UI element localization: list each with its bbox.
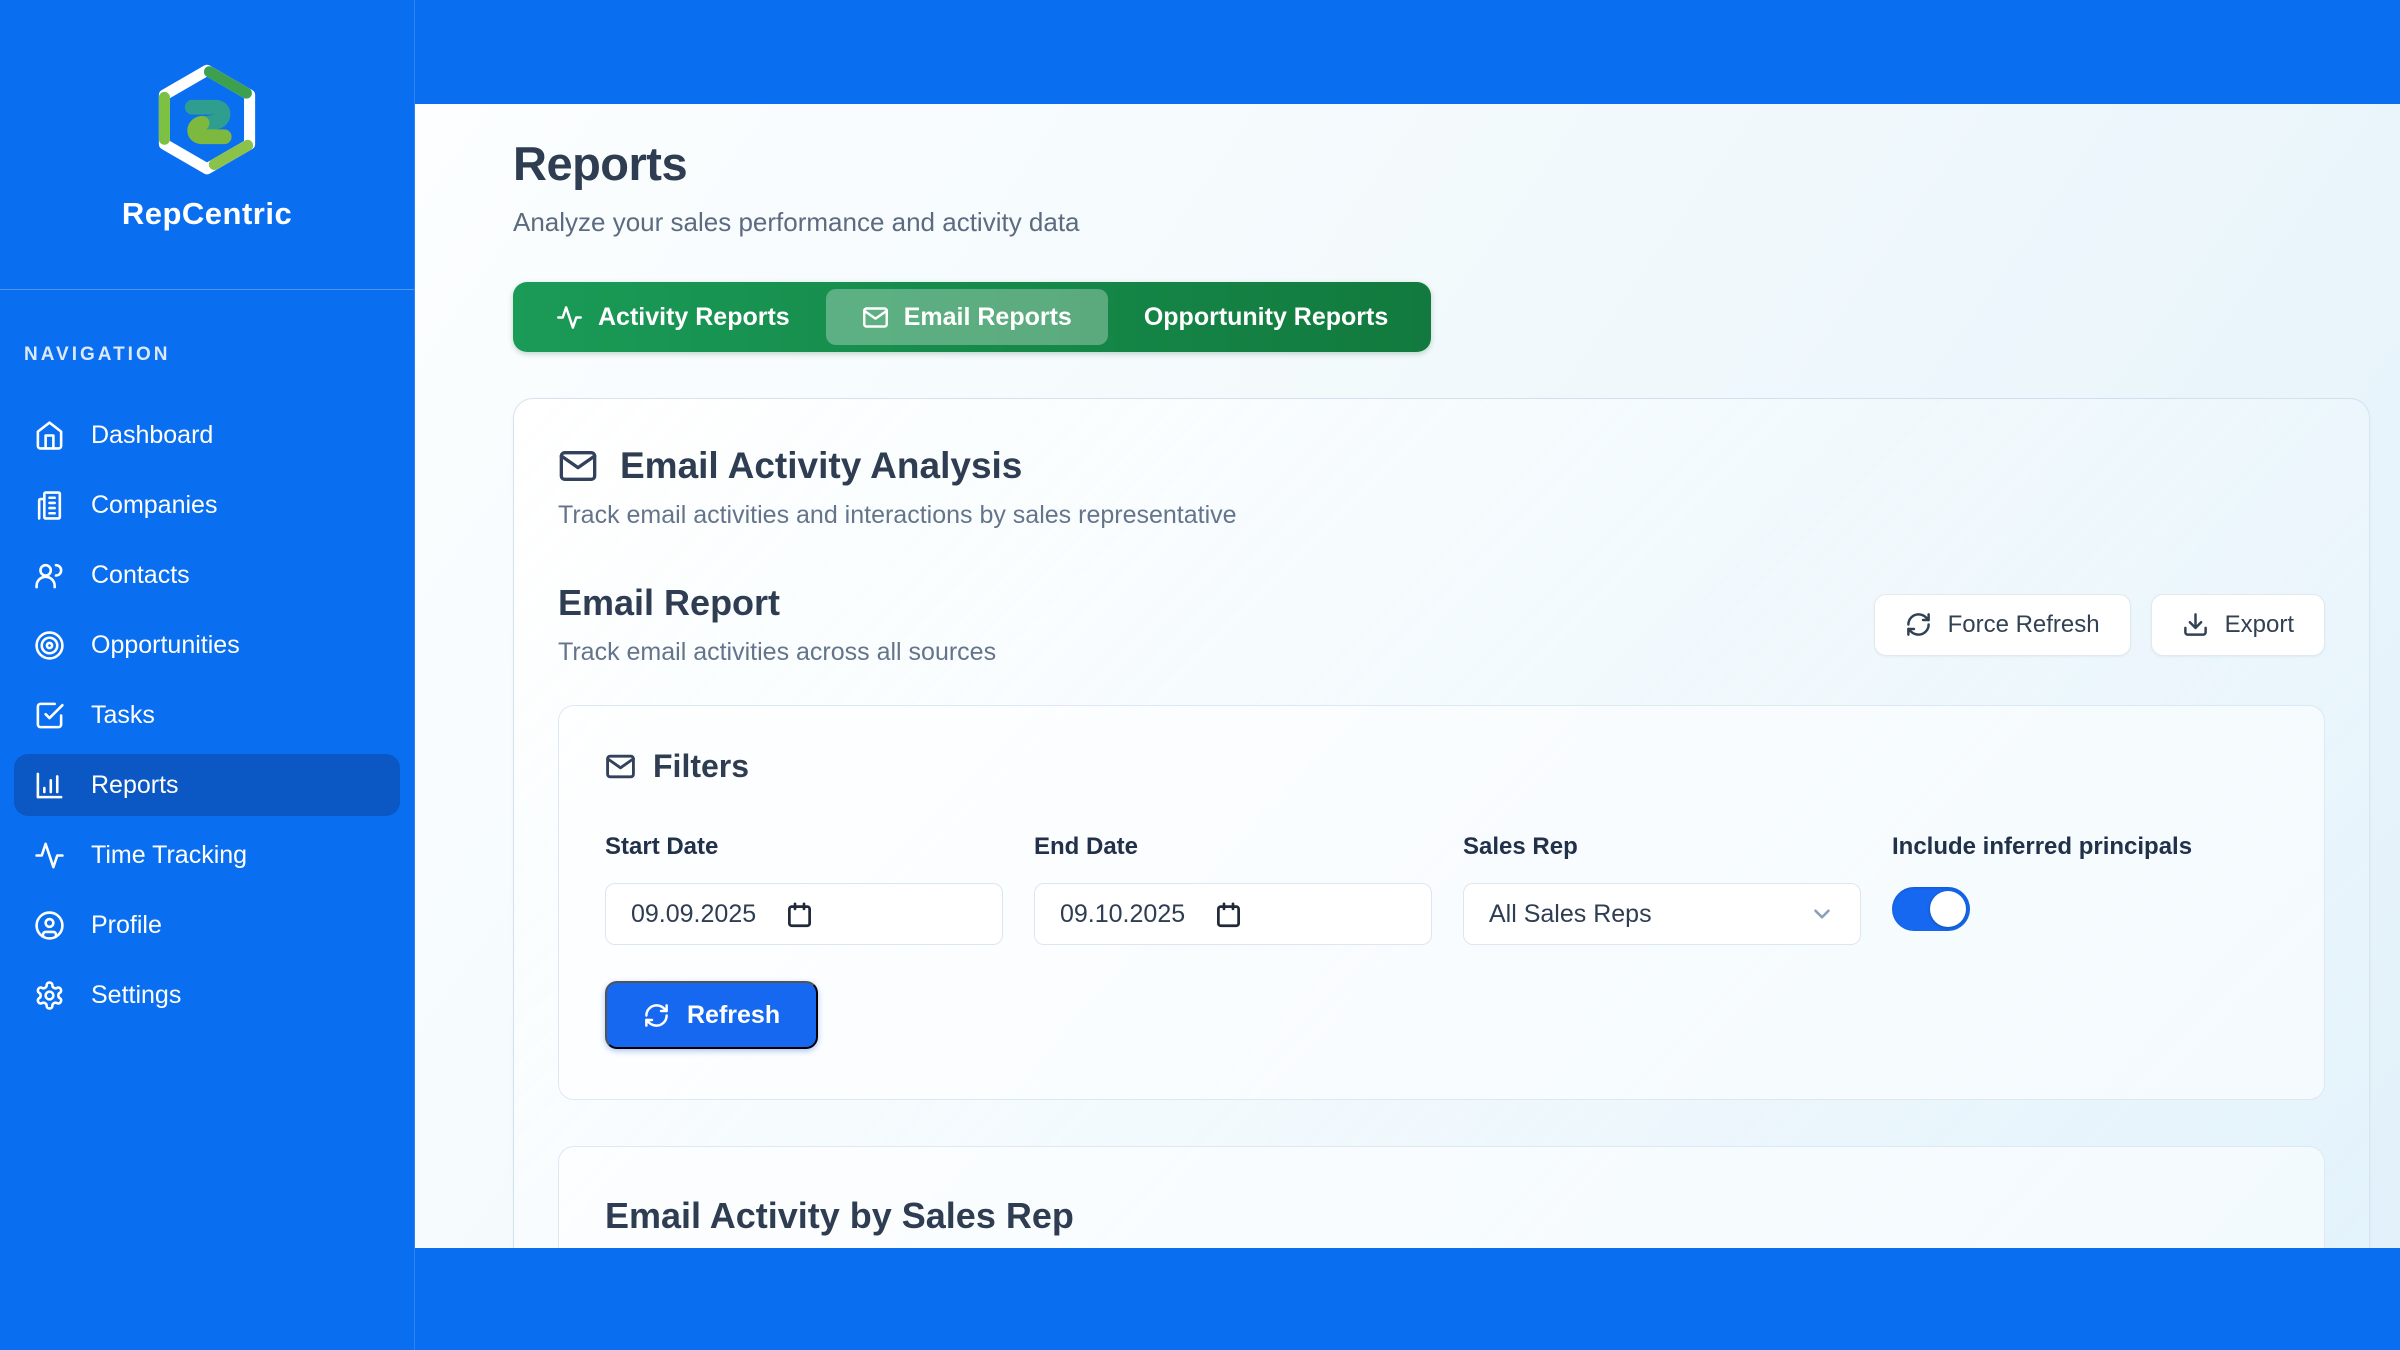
user-circle-icon: [34, 910, 65, 941]
include-inferred-toggle[interactable]: [1892, 887, 1970, 931]
force-refresh-label: Force Refresh: [1948, 611, 2100, 639]
sales-rep-select[interactable]: All Sales Reps: [1463, 883, 1861, 945]
logo-block: RepCentric: [0, 0, 414, 290]
sidebar-nav: Dashboard Companies Contacts Opportuniti…: [0, 404, 414, 1026]
start-date-input[interactable]: 09.09.2025: [605, 883, 1003, 945]
sales-rep-field: Sales Rep All Sales Reps: [1463, 833, 1861, 945]
refresh-button[interactable]: Refresh: [605, 981, 818, 1049]
page-title: Reports: [513, 136, 2370, 191]
refresh-label: Refresh: [687, 1001, 780, 1030]
sidebar-item-label: Opportunities: [91, 631, 240, 660]
sidebar-item-time-tracking[interactable]: Time Tracking: [14, 824, 400, 886]
report-header-row: Email Report Track email activities acro…: [558, 582, 2325, 667]
analysis-header: Email Activity Analysis: [558, 445, 2325, 487]
sidebar-item-label: Companies: [91, 491, 217, 520]
sidebar-item-label: Time Tracking: [91, 841, 247, 870]
mail-icon: [862, 304, 889, 331]
activity-icon: [556, 304, 583, 331]
end-date-label: End Date: [1034, 833, 1432, 861]
sidebar-item-label: Reports: [91, 771, 179, 800]
sidebar-item-dashboard[interactable]: Dashboard: [14, 404, 400, 466]
analysis-title: Email Activity Analysis: [620, 445, 1022, 487]
main-content: Reports Analyze your sales performance a…: [415, 104, 2400, 1248]
report-tabs: Activity Reports Email Reports Opportuni…: [513, 282, 1431, 352]
filters-title: Filters: [653, 748, 749, 785]
email-analysis-card: Email Activity Analysis Track email acti…: [513, 398, 2370, 1248]
end-date-input[interactable]: 09.10.2025: [1034, 883, 1432, 945]
calendar-icon[interactable]: [1215, 901, 1242, 928]
report-title: Email Report: [558, 582, 996, 624]
home-icon: [34, 420, 65, 451]
target-icon: [34, 630, 65, 661]
mail-icon: [558, 446, 598, 486]
sales-rep-label: Sales Rep: [1463, 833, 1861, 861]
brand-name: RepCentric: [122, 196, 292, 232]
sidebar-item-companies[interactable]: Companies: [14, 474, 400, 536]
refresh-icon: [1905, 611, 1932, 638]
chevron-down-icon: [1809, 901, 1835, 927]
report-subtitle: Track email activities across all source…: [558, 638, 996, 667]
export-button[interactable]: Export: [2151, 594, 2325, 656]
sidebar-item-label: Settings: [91, 981, 181, 1010]
sidebar-item-opportunities[interactable]: Opportunities: [14, 614, 400, 676]
end-date-value: 09.10.2025: [1060, 900, 1185, 929]
sidebar-item-tasks[interactable]: Tasks: [14, 684, 400, 746]
check-square-icon: [34, 700, 65, 731]
toggle-knob: [1930, 891, 1966, 927]
start-date-label: Start Date: [605, 833, 1003, 861]
start-date-field: Start Date 09.09.2025: [605, 833, 1003, 945]
email-activity-by-rep-card: Email Activity by Sales Rep Summary of e…: [558, 1146, 2325, 1248]
end-date-field: End Date 09.10.2025: [1034, 833, 1432, 945]
export-label: Export: [2225, 611, 2294, 639]
sales-rep-value: All Sales Reps: [1489, 900, 1652, 929]
sidebar-item-label: Dashboard: [91, 421, 213, 450]
sidebar-item-settings[interactable]: Settings: [14, 964, 400, 1026]
rep-summary-title: Email Activity by Sales Rep: [605, 1195, 2278, 1237]
force-refresh-button[interactable]: Force Refresh: [1874, 594, 2131, 656]
start-date-value: 09.09.2025: [631, 900, 756, 929]
tab-activity-reports[interactable]: Activity Reports: [520, 289, 826, 345]
nav-section-label: NAVIGATION: [24, 344, 414, 366]
users-icon: [34, 560, 65, 591]
sidebar-item-contacts[interactable]: Contacts: [14, 544, 400, 606]
sidebar-item-label: Tasks: [91, 701, 155, 730]
filters-grid: Start Date 09.09.2025 End Date 09.10.202…: [605, 833, 2278, 945]
filters-card: Filters Start Date 09.09.2025 End Date 0…: [558, 705, 2325, 1100]
gear-icon: [34, 980, 65, 1011]
calendar-icon[interactable]: [786, 901, 813, 928]
filters-header: Filters: [605, 748, 2278, 785]
sidebar-item-profile[interactable]: Profile: [14, 894, 400, 956]
tab-email-reports[interactable]: Email Reports: [826, 289, 1108, 345]
bar-chart-icon: [34, 770, 65, 801]
refresh-icon: [643, 1002, 670, 1029]
tab-label: Email Reports: [904, 303, 1072, 332]
activity-icon: [34, 840, 65, 871]
mail-icon: [605, 751, 636, 782]
sidebar-item-label: Profile: [91, 911, 162, 940]
sidebar-item-reports[interactable]: Reports: [14, 754, 400, 816]
tab-label: Opportunity Reports: [1144, 303, 1388, 332]
report-titles: Email Report Track email activities acro…: [558, 582, 996, 667]
building-icon: [34, 490, 65, 521]
page-subtitle: Analyze your sales performance and activ…: [513, 207, 2370, 238]
tab-opportunity-reports[interactable]: Opportunity Reports: [1108, 289, 1424, 345]
include-inferred-label: Include inferred principals: [1892, 833, 2278, 861]
sidebar: RepCentric NAVIGATION Dashboard Companie…: [0, 0, 415, 1350]
tab-label: Activity Reports: [598, 303, 790, 332]
sidebar-item-label: Contacts: [91, 561, 190, 590]
analysis-subtitle: Track email activities and interactions …: [558, 501, 2325, 530]
include-inferred-field: Include inferred principals: [1892, 833, 2278, 945]
download-icon: [2182, 611, 2209, 638]
repcentric-logo-icon: [143, 58, 271, 186]
report-actions: Force Refresh Export: [1874, 594, 2325, 656]
app-root: RepCentric NAVIGATION Dashboard Companie…: [0, 0, 2400, 1350]
